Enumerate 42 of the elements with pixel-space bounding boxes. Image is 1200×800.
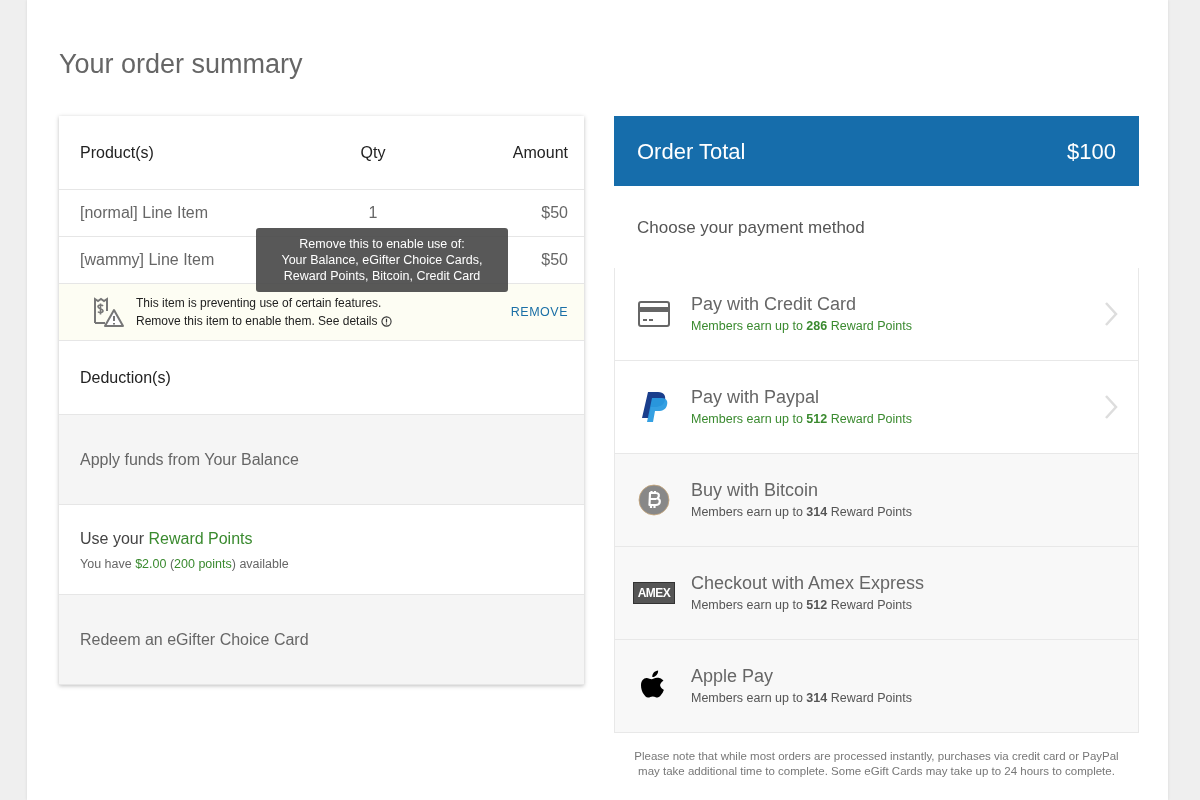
payment-label: Buy with Bitcoin — [691, 479, 820, 501]
payment-label: Pay with Credit Card — [691, 293, 858, 315]
bitcoin-icon — [638, 484, 670, 517]
reward-text: Members earn up to 286 Reward Points — [691, 318, 913, 335]
column-header: Product(s) — [80, 143, 154, 161]
total-label: Order Total — [637, 137, 746, 166]
amount: $50 — [541, 204, 568, 222]
column-header: Amount — [512, 143, 568, 161]
chevron-right-icon — [1104, 394, 1118, 421]
total-amount: $100 — [1067, 137, 1116, 166]
warning-text: Remove this item to enable them. See details — [136, 313, 378, 331]
payment-label: Checkout with Amex Express — [691, 572, 926, 594]
receipt-warning-icon — [92, 296, 124, 329]
paypal-icon — [640, 391, 668, 424]
points-balance: You have $2.00 (200 points) available — [80, 555, 290, 573]
payment-label: Apple Pay — [691, 665, 775, 687]
reward-text: Members earn up to 314 Reward Points — [691, 504, 913, 521]
remove-link[interactable]: REMOVE — [510, 303, 568, 322]
chevron-right-icon — [1104, 301, 1118, 328]
product-name: [wammy] Line Item — [80, 251, 215, 269]
credit-card-icon — [638, 301, 670, 328]
payment-prompt: Choose your payment method — [637, 216, 865, 239]
deduction-label: Redeem an eGifter Choice Card — [80, 629, 310, 650]
column-header: Qty — [360, 143, 386, 161]
payment-option[interactable]: Pay with Paypal Members earn up to 512 Reward Points — [614, 361, 1139, 455]
payment-option[interactable]: Pay with Credit Card Members earn up to 286 Reward Points — [614, 268, 1139, 362]
deduction-label: Use your Reward Points — [80, 528, 254, 549]
reward-text: Members earn up to 512 Reward Points — [691, 411, 913, 428]
deduction-label: Apply funds from Your Balance — [80, 449, 300, 470]
deduction-option[interactable]: Use your Reward Points You have $2.00 (200 points) available — [59, 505, 584, 596]
product-name: [normal] Line Item — [80, 204, 209, 222]
page-title: Your order summary — [59, 48, 304, 81]
warning-text: This item is preventing use of certain features. — [136, 295, 383, 313]
reward-text: Members earn up to 512 Reward Points — [691, 597, 913, 614]
disclaimer-text: Please note that while most orders are processed instantly, purchases via credit card or PayPal may take additional time to complete. Some eGift Cards may take up to 24 hours to complete. — [633, 749, 1120, 780]
quantity: 1 — [367, 203, 379, 224]
reward-text: Members earn up to 314 Reward Points — [691, 690, 913, 707]
amex-logo: AMEX — [632, 582, 676, 605]
tooltip: Remove this to enable use of: Your Balance, eGifter Choice Cards, Reward Points, Bitcoin, Credit Card — [256, 228, 508, 293]
info-icon[interactable] — [381, 315, 393, 327]
payment-label: Pay with Paypal — [691, 386, 821, 408]
amount: $50 — [541, 251, 568, 269]
